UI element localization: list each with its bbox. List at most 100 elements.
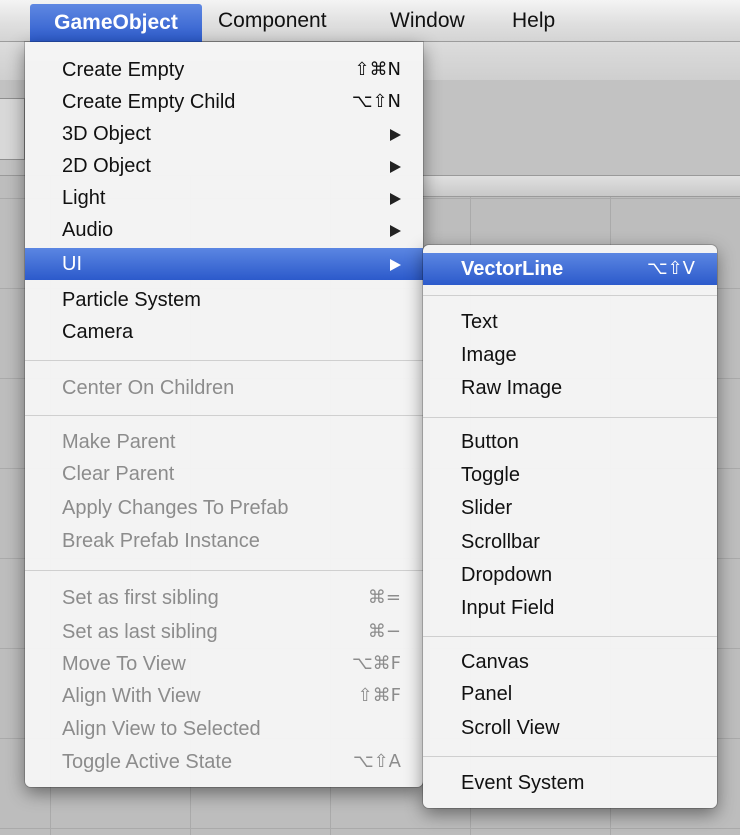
menu-item-label: Light — [62, 187, 106, 209]
submenu-arrow-icon — [390, 193, 401, 205]
menu-item-label: Toggle Active State — [62, 751, 233, 773]
menu-separator — [423, 417, 717, 418]
menu-item-align-with-view: Align With View ⇧⌘F — [25, 680, 423, 712]
menu-item-label: Camera — [62, 321, 134, 343]
menu-item-label: Canvas — [461, 651, 529, 673]
submenu-item-event-system[interactable]: Event System — [423, 767, 717, 799]
menu-item-light[interactable]: Light — [25, 182, 423, 214]
menu-item-label: VectorLine — [461, 258, 564, 280]
submenu-arrow-icon — [390, 259, 401, 271]
menu-item-particle-system[interactable]: Particle System — [25, 284, 423, 316]
editor-tab-strip — [420, 176, 740, 197]
menu-item-label: Move To View — [62, 653, 186, 675]
menubar-gameobject[interactable]: GameObject — [30, 4, 202, 42]
menu-item-shortcut: ⌥⇧V — [646, 258, 695, 279]
menu-item-label: 2D Object — [62, 155, 151, 177]
menu-item-label: Align With View — [62, 685, 201, 707]
menu-item-set-last-sibling: Set as last sibling ⌘− — [25, 616, 423, 648]
menu-item-label: Align View to Selected — [62, 718, 261, 740]
menu-item-label: Set as first sibling — [62, 587, 219, 609]
menubar-component-label: Component — [218, 9, 327, 32]
submenu-item-panel[interactable]: Panel — [423, 678, 717, 710]
menu-item-label: Dropdown — [461, 564, 553, 586]
menu-item-label: Particle System — [62, 289, 201, 311]
menu-separator — [423, 295, 717, 296]
menu-item-label: Create Empty Child — [62, 91, 236, 113]
menu-item-label: Event System — [461, 772, 585, 794]
menu-separator — [423, 636, 717, 637]
panel-tab — [0, 98, 25, 160]
menu-item-apply-changes-to-prefab: Apply Changes To Prefab — [25, 492, 423, 524]
menu-item-shortcut: ⌥⇧A — [352, 751, 401, 772]
submenu-item-toggle[interactable]: Toggle — [423, 459, 717, 491]
menu-item-label: Button — [461, 431, 519, 453]
menu-item-label: Clear Parent — [62, 463, 175, 485]
menu-item-label: Scrollbar — [461, 531, 540, 553]
menu-item-ui[interactable]: UI — [25, 248, 423, 280]
menu-item-3d-object[interactable]: 3D Object — [25, 118, 423, 150]
menubar-help-label: Help — [512, 9, 556, 32]
menu-item-label: Text — [461, 311, 498, 333]
submenu-item-raw-image[interactable]: Raw Image — [423, 372, 717, 404]
menu-item-align-view-to-selected: Align View to Selected — [25, 713, 423, 745]
menubar-window[interactable]: Window — [390, 0, 465, 42]
submenu-arrow-icon — [390, 129, 401, 141]
submenu-item-slider[interactable]: Slider — [423, 492, 717, 524]
menu-separator — [25, 360, 423, 361]
menu-item-center-on-children: Center On Children — [25, 372, 423, 404]
menubar-help[interactable]: Help — [512, 0, 555, 42]
menu-item-label: Center On Children — [62, 377, 235, 399]
menu-item-shortcut: ⇧⌘N — [354, 59, 401, 80]
menu-item-shortcut: ⌘− — [367, 621, 401, 642]
menubar-window-label: Window — [390, 9, 465, 32]
menu-item-toggle-active-state: Toggle Active State ⌥⇧A — [25, 746, 423, 778]
menu-separator — [25, 415, 423, 416]
submenu-item-scrollbar[interactable]: Scrollbar — [423, 526, 717, 558]
submenu-item-dropdown[interactable]: Dropdown — [423, 559, 717, 591]
menu-bar: GameObject Component Window Help — [0, 0, 740, 42]
ui-submenu: VectorLine ⌥⇧V Text Image Raw Image Butt… — [423, 245, 717, 808]
menu-item-create-empty-child[interactable]: Create Empty Child ⌥⇧N — [25, 86, 423, 118]
menu-item-label: Create Empty — [62, 59, 185, 81]
submenu-arrow-icon — [390, 161, 401, 173]
menu-item-label: Toggle — [461, 464, 520, 486]
menu-item-label: Audio — [62, 219, 114, 241]
menu-item-label: Scroll View — [461, 717, 560, 739]
menubar-gameobject-label: GameObject — [54, 11, 178, 34]
menu-item-label: Image — [461, 344, 517, 366]
menu-item-label: Panel — [461, 683, 513, 705]
menu-item-break-prefab-instance: Break Prefab Instance — [25, 525, 423, 557]
submenu-item-vectorline[interactable]: VectorLine ⌥⇧V — [423, 253, 717, 285]
menu-item-shortcut: ⌥⌘F — [351, 653, 401, 674]
menu-item-set-first-sibling: Set as first sibling ⌘= — [25, 582, 423, 614]
submenu-item-canvas[interactable]: Canvas — [423, 646, 717, 678]
menu-item-clear-parent: Clear Parent — [25, 458, 423, 490]
menu-separator — [423, 756, 717, 757]
menu-item-camera[interactable]: Camera — [25, 316, 423, 348]
submenu-item-scroll-view[interactable]: Scroll View — [423, 712, 717, 744]
menu-item-label: Make Parent — [62, 431, 176, 453]
submenu-arrow-icon — [390, 225, 401, 237]
menu-item-make-parent: Make Parent — [25, 426, 423, 458]
menu-item-label: UI — [62, 253, 82, 275]
menu-item-2d-object[interactable]: 2D Object — [25, 150, 423, 182]
menu-item-label: Raw Image — [461, 377, 563, 399]
menu-item-label: Break Prefab Instance — [62, 530, 260, 552]
menubar-component[interactable]: Component — [218, 0, 327, 42]
menu-item-shortcut: ⇧⌘F — [357, 685, 401, 706]
submenu-item-image[interactable]: Image — [423, 339, 717, 371]
menu-item-create-empty[interactable]: Create Empty ⇧⌘N — [25, 54, 423, 86]
menu-item-label: Set as last sibling — [62, 621, 218, 643]
menu-item-shortcut: ⌥⇧N — [351, 91, 401, 112]
submenu-item-text[interactable]: Text — [423, 306, 717, 338]
submenu-item-input-field[interactable]: Input Field — [423, 592, 717, 624]
menu-item-label: Slider — [461, 497, 513, 519]
menu-item-label: Input Field — [461, 597, 555, 619]
menu-item-move-to-view: Move To View ⌥⌘F — [25, 648, 423, 680]
gameobject-menu: Create Empty ⇧⌘N Create Empty Child ⌥⇧N … — [25, 42, 423, 787]
submenu-item-button[interactable]: Button — [423, 426, 717, 458]
menu-item-audio[interactable]: Audio — [25, 214, 423, 246]
menu-item-shortcut: ⌘= — [367, 587, 401, 608]
menu-item-label: Apply Changes To Prefab — [62, 497, 289, 519]
menu-separator — [25, 570, 423, 571]
